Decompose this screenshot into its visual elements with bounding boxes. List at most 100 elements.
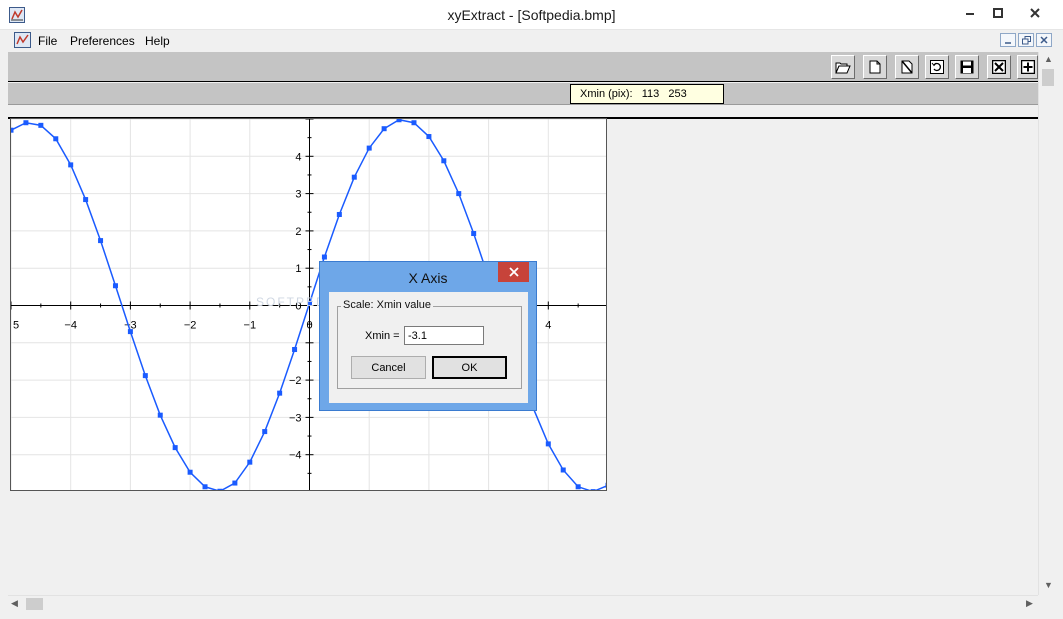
y-tick-label: −3 [289, 412, 302, 424]
y-tick-label: 3 [295, 189, 301, 201]
vertical-scroll-thumb[interactable] [1042, 69, 1054, 86]
scroll-right-icon[interactable]: ▶ [1026, 598, 1033, 609]
data-point [277, 390, 283, 396]
mdi-close-button[interactable] [1036, 33, 1052, 47]
mdi-restore-icon [1021, 35, 1031, 44]
x-tick-label: −1 [244, 320, 257, 332]
data-point [68, 162, 74, 168]
y-tick-label: 4 [295, 151, 301, 163]
x-tick-label: 0 [306, 320, 312, 332]
delete-button[interactable] [987, 55, 1011, 79]
data-point [142, 373, 148, 379]
data-point [471, 231, 477, 237]
maximize-icon [993, 8, 1003, 18]
data-point [23, 120, 29, 126]
data-point [83, 197, 89, 203]
mdi-document-icon[interactable] [14, 32, 31, 48]
x-tick-label: 5 [13, 320, 19, 332]
add-button[interactable] [1017, 55, 1038, 79]
mdi-minimize-icon [1005, 42, 1011, 44]
minimize-icon [966, 13, 974, 15]
open-folder-icon [835, 62, 851, 74]
menu-help[interactable]: Help [145, 34, 170, 48]
data-point [456, 191, 462, 197]
data-point [351, 174, 357, 180]
refresh-icon [930, 60, 944, 74]
data-point [396, 119, 402, 123]
title-bar: xyExtract - [Softpedia.bmp] [0, 0, 1063, 30]
maximize-button[interactable] [983, 0, 1013, 26]
y-tick-label: 2 [295, 226, 301, 238]
data-point [98, 238, 104, 244]
mdi-close-icon [1040, 36, 1048, 44]
horizontal-scrollbar[interactable]: ◀ ▶ [8, 595, 1038, 611]
data-point [202, 484, 208, 490]
data-point [11, 127, 14, 133]
y-tick-label: −4 [289, 450, 302, 462]
y-tick-label: −2 [289, 375, 302, 387]
refresh-button[interactable] [925, 55, 949, 79]
menu-preferences[interactable]: Preferences [70, 34, 135, 48]
close-icon [1030, 8, 1040, 18]
data-point [247, 459, 253, 465]
menu-file[interactable]: File [38, 34, 57, 48]
delete-icon [992, 60, 1006, 74]
data-point [411, 120, 417, 126]
data-point [321, 254, 327, 260]
data-point [426, 134, 432, 140]
data-point [575, 484, 581, 490]
x-tick-label: −4 [64, 320, 77, 332]
clear-document-icon [901, 60, 913, 74]
data-point [366, 145, 372, 151]
toolbar [8, 52, 1038, 82]
x-tick-label: −2 [184, 320, 197, 332]
data-point [217, 488, 223, 490]
xmin-input[interactable] [404, 326, 484, 345]
close-icon [508, 267, 519, 277]
mdi-restore-button[interactable] [1018, 33, 1034, 47]
vertical-scrollbar[interactable]: ▲ ▼ [1038, 52, 1056, 595]
save-button[interactable] [955, 55, 979, 79]
data-point [172, 445, 178, 451]
data-point [157, 412, 163, 418]
save-icon [960, 60, 974, 74]
horizontal-scroll-thumb[interactable] [26, 598, 43, 610]
dialog-body: Scale: Xmin value Xmin = Cancel OK [329, 292, 528, 403]
data-point [38, 122, 44, 128]
cancel-button[interactable]: Cancel [351, 356, 426, 379]
x-tick-label: 4 [545, 320, 551, 332]
open-button[interactable] [831, 55, 855, 79]
data-point [292, 347, 298, 353]
new-document-icon [869, 60, 881, 74]
y-tick-label: 1 [295, 263, 301, 275]
data-point [590, 489, 596, 490]
x-axis-dialog: X Axis Scale: Xmin value Xmin = Cancel O… [319, 261, 537, 411]
groupbox-label: Scale: Xmin value [341, 299, 434, 311]
new-button[interactable] [863, 55, 887, 79]
data-point [605, 482, 606, 488]
data-point [560, 467, 566, 473]
scroll-left-icon[interactable]: ◀ [11, 598, 18, 609]
data-point [127, 329, 133, 335]
minimize-button[interactable] [955, 0, 985, 26]
data-point [336, 211, 342, 217]
scroll-down-icon[interactable]: ▼ [1044, 580, 1053, 590]
mdi-minimize-button[interactable] [1000, 33, 1016, 47]
dialog-close-button[interactable] [498, 262, 529, 282]
ok-button[interactable]: OK [432, 356, 507, 379]
data-point [232, 480, 238, 486]
xmin-pixel-readout: Xmin (pix): 113 253 [570, 84, 724, 104]
data-point [53, 136, 59, 142]
data-point [112, 283, 118, 289]
clear-button[interactable] [895, 55, 919, 79]
data-point [262, 429, 268, 435]
scroll-up-icon[interactable]: ▲ [1044, 54, 1053, 64]
status-bar: Xmin (pix): 113 253 [8, 83, 1038, 105]
data-point [381, 126, 387, 132]
data-point [545, 441, 551, 447]
window-title: xyExtract - [Softpedia.bmp] [447, 7, 616, 23]
close-button[interactable] [1015, 0, 1055, 26]
add-icon [1020, 60, 1035, 74]
data-point [441, 158, 447, 164]
menu-bar: File Preferences Help [8, 30, 1056, 52]
